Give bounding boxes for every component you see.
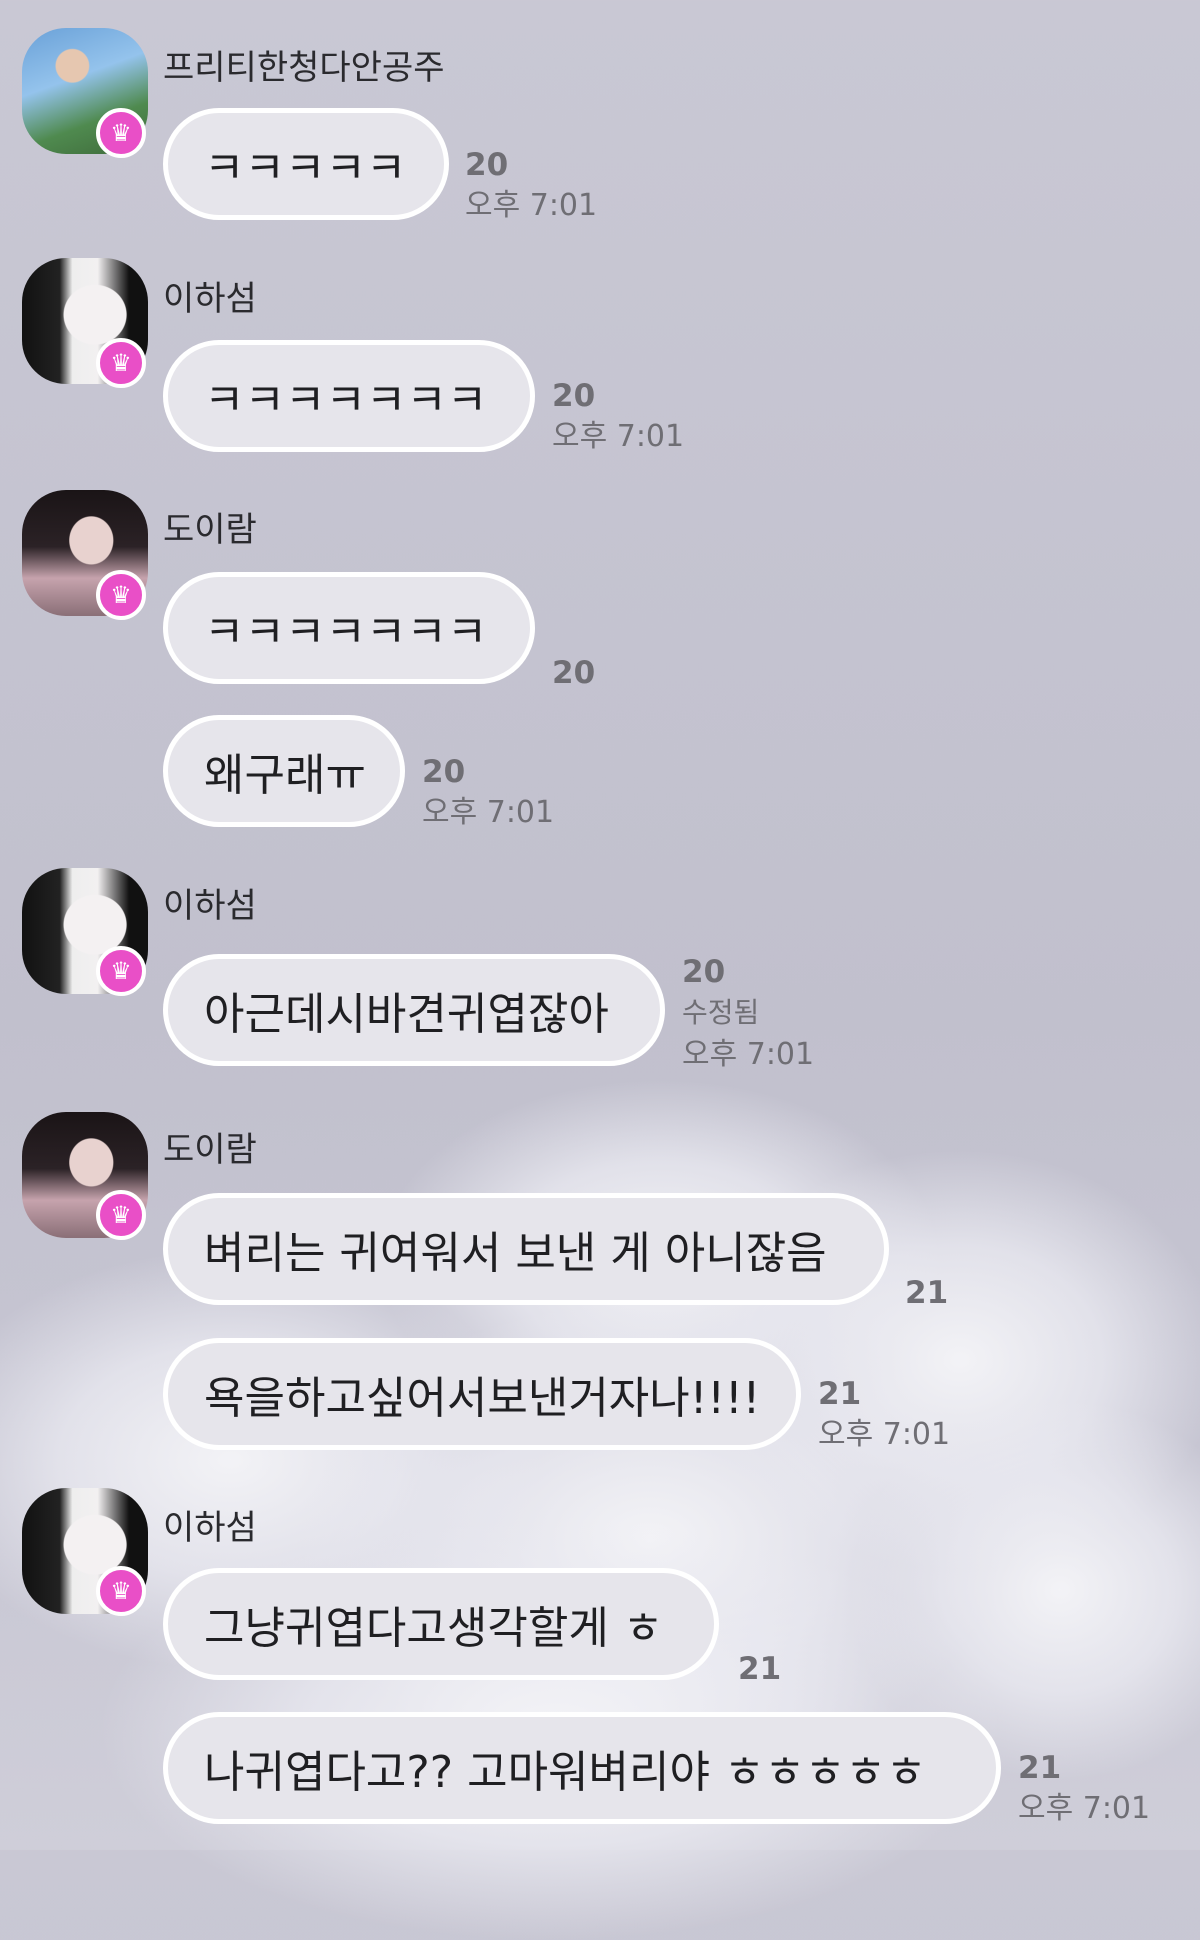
unread-count: 21 [1018, 1750, 1062, 1786]
message-time: 오후 7:01 [1018, 1791, 1151, 1826]
message-meta: 20 [552, 653, 595, 693]
crown-icon: ♛ [96, 108, 146, 158]
unread-count: 21 [818, 1376, 862, 1412]
message-time: 오후 7:01 [552, 419, 685, 454]
unread-count: 20 [552, 378, 596, 414]
message-meta: 20 오후 7:01 [552, 376, 684, 458]
message-bubble[interactable]: 왜구래ㅠ [163, 715, 405, 827]
message-meta: 21 오후 7:01 [818, 1374, 950, 1456]
message-bubble[interactable]: 그냥귀엽다고생각할게 ㅎ [163, 1568, 719, 1680]
sender-name: 도이람 [163, 510, 257, 550]
chat-message-list[interactable]: ♛ 프리티한청다안공주 ㅋㅋㅋㅋㅋ 20 오후 7:01 ♛ 이하섬 ㅋㅋㅋㅋㅋ… [0, 0, 1200, 1850]
message-bubble[interactable]: ㅋㅋㅋㅋㅋㅋㅋ [163, 572, 535, 684]
edited-label: 수정됨 [682, 996, 760, 1029]
sender-name: 이하섬 [163, 1508, 257, 1548]
unread-count: 20 [422, 754, 466, 790]
crown-icon: ♛ [96, 1566, 146, 1616]
message-meta: 20 오후 7:01 [422, 752, 554, 834]
unread-count: 20 [552, 655, 596, 691]
message-meta: 21 [738, 1649, 781, 1689]
message-time: 오후 7:01 [465, 188, 598, 223]
message-time: 오후 7:01 [818, 1417, 951, 1452]
message-bubble[interactable]: 나귀엽다고?? 고마워벼리야 ㅎㅎㅎㅎㅎ [163, 1712, 1001, 1824]
unread-count: 20 [465, 147, 509, 183]
message-time: 오후 7:01 [422, 795, 555, 830]
message-bubble[interactable]: ㅋㅋㅋㅋㅋ [163, 108, 449, 220]
sender-name: 도이람 [163, 1130, 257, 1170]
unread-count: 21 [905, 1275, 949, 1311]
crown-icon: ♛ [96, 1190, 146, 1240]
crown-icon: ♛ [96, 338, 146, 388]
message-meta: 21 오후 7:01 [1018, 1748, 1150, 1830]
sender-name: 이하섬 [163, 279, 257, 319]
message-time: 오후 7:01 [682, 1037, 815, 1072]
unread-count: 21 [738, 1651, 782, 1687]
message-bubble[interactable]: 벼리는 귀여워서 보낸 게 아니잖음 [163, 1193, 889, 1305]
crown-icon: ♛ [96, 570, 146, 620]
message-bubble[interactable]: 아근데시바견귀엽잖아 [163, 954, 665, 1066]
message-bubble[interactable]: ㅋㅋㅋㅋㅋㅋㅋ [163, 340, 535, 452]
message-meta: 20 수정됨 오후 7:01 [682, 952, 814, 1076]
message-bubble[interactable]: 욕을하고싶어서보낸거자나!!!! [163, 1338, 801, 1450]
message-meta: 20 오후 7:01 [465, 145, 597, 227]
crown-icon: ♛ [96, 946, 146, 996]
sender-name: 이하섬 [163, 886, 257, 926]
unread-count: 20 [682, 954, 726, 990]
message-meta: 21 [905, 1273, 948, 1313]
sender-name: 프리티한청다안공주 [163, 48, 445, 88]
